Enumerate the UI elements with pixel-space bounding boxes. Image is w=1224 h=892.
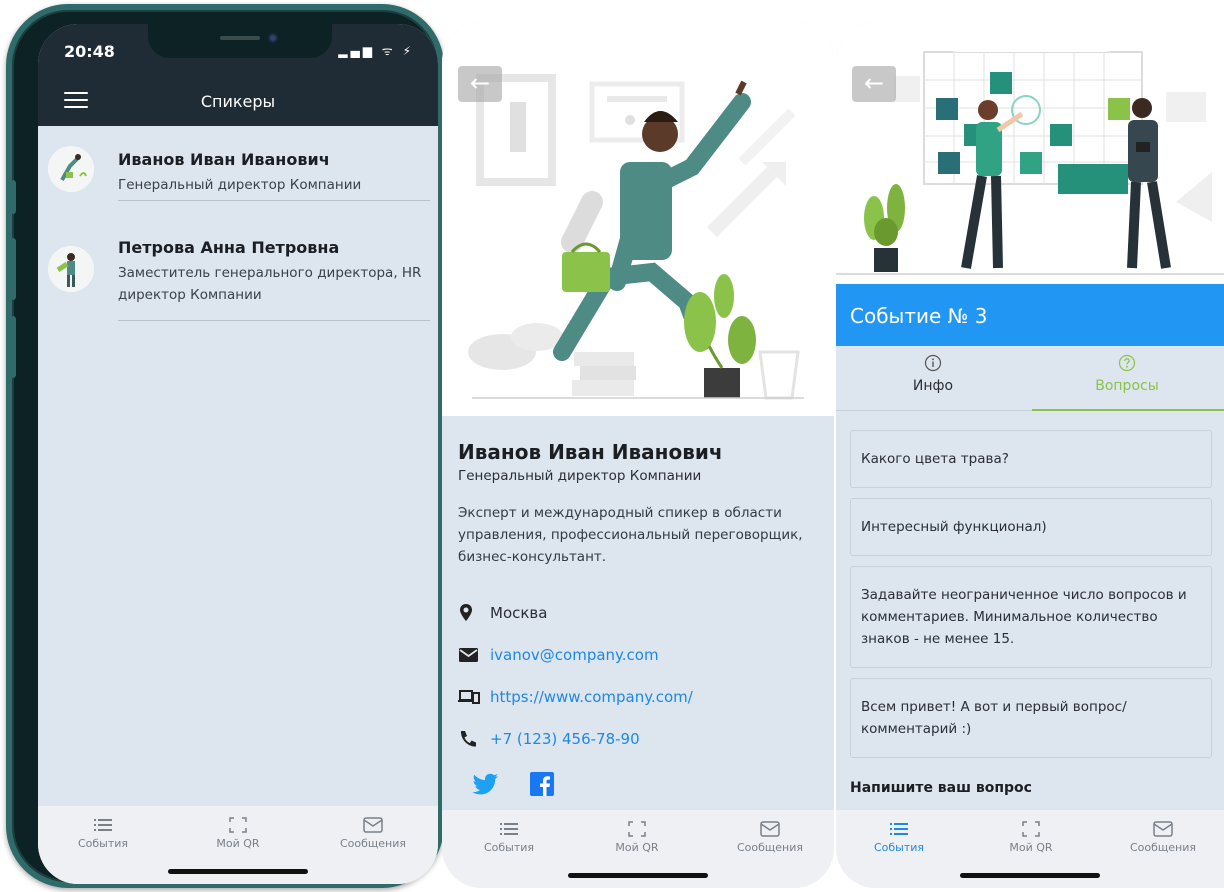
nav-events[interactable]: События — [854, 820, 944, 854]
qr-scan-icon — [229, 817, 247, 833]
list-icon — [890, 823, 908, 835]
website-link[interactable]: https://www.company.com/ — [490, 688, 693, 706]
twitter-icon[interactable] — [472, 772, 500, 796]
speaker-role: Заместитель генерального директора, HR д… — [118, 265, 422, 303]
tab-info-label: Инфо — [912, 378, 954, 394]
earpiece — [220, 36, 260, 40]
nav-my-qr[interactable]: Мой QR — [592, 820, 682, 854]
nav-messages[interactable]: Сообщения — [328, 816, 418, 850]
question-card[interactable]: Задавайте неограниченное число вопросов … — [850, 566, 1212, 668]
event-title: Событие № 3 — [850, 304, 988, 328]
bottom-navigation: События Мой QR Сообщения — [38, 806, 438, 884]
nav-my-qr[interactable]: Мой QR — [193, 816, 283, 850]
email-icon — [459, 648, 478, 662]
volume-down-button — [10, 316, 16, 378]
list-icon — [94, 819, 112, 831]
email-link[interactable]: ivanov@company.com — [490, 646, 659, 664]
speaker-avatar — [48, 146, 94, 192]
home-indicator — [568, 873, 708, 878]
question-card[interactable]: Интересный функционал) — [850, 498, 1212, 556]
phone-frame-speakers: 20:48 ▂▄▆ ᯤ ⚡ Спикеры Иванов Иван Иванов… — [6, 4, 444, 888]
question-text: Интересный функционал) — [861, 519, 1047, 535]
ask-question-label: Напишите ваш вопрос — [850, 780, 1032, 796]
divider — [118, 320, 430, 321]
question-text: Задавайте неограниченное число вопросов … — [861, 587, 1187, 647]
nav-messages[interactable]: Сообщения — [725, 820, 815, 854]
nav-my-qr-label: Мой QR — [1009, 841, 1053, 854]
status-icons: ▂▄▆ ᯤ ⚡ — [338, 44, 414, 58]
back-arrow-icon[interactable]: ← — [852, 66, 896, 102]
mail-icon — [1153, 821, 1173, 837]
question-text: Какого цвета трава? — [861, 451, 1009, 467]
event-questions-screen: ← Событие № 3 Инфо Вопросы Какого цвета … — [836, 22, 1224, 888]
speaker-name: Иванов Иван Иванович — [458, 440, 723, 464]
speaker-list-item[interactable]: Петрова Анна Петровна Заместитель генера… — [38, 214, 438, 324]
divider — [118, 200, 430, 201]
question-text: Всем привет! А вот и первый вопрос/ комм… — [861, 699, 1127, 737]
event-header: Событие № 3 — [836, 284, 1224, 346]
qr-scan-icon — [628, 821, 646, 837]
home-indicator — [168, 869, 308, 874]
mute-switch — [10, 180, 16, 214]
phone-icon — [460, 731, 476, 747]
nav-events[interactable]: События — [464, 820, 554, 854]
nav-messages-label: Сообщения — [1129, 841, 1196, 854]
hero-illustration — [836, 22, 1224, 284]
location-pin-icon — [460, 604, 472, 621]
notch — [542, 22, 732, 52]
page-title: Спикеры — [200, 92, 276, 111]
bottom-navigation: События Мой QR Сообщения — [836, 810, 1224, 888]
speaker-name: Иванов Иван Иванович — [118, 150, 330, 169]
list-icon — [500, 823, 518, 835]
app-bar: Спикеры — [38, 80, 438, 126]
qr-scan-icon — [1022, 821, 1040, 837]
bottom-navigation: События Мой QR Сообщения — [442, 810, 834, 888]
nav-my-qr[interactable]: Мой QR — [986, 820, 1076, 854]
nav-messages[interactable]: Сообщения — [1118, 820, 1208, 854]
front-camera — [268, 33, 278, 43]
speaker-role: Генеральный директор Компании — [458, 468, 702, 484]
nav-messages-label: Сообщения — [339, 837, 406, 850]
volume-up-button — [10, 238, 16, 300]
status-time: 20:48 — [64, 42, 115, 61]
city-text: Москва — [490, 604, 548, 622]
notch — [936, 22, 1126, 52]
notch — [148, 24, 332, 58]
active-tab-indicator — [1032, 409, 1224, 411]
info-icon — [924, 354, 942, 372]
speaker-avatar — [48, 246, 94, 292]
speaker-name: Петрова Анна Петровна — [118, 238, 340, 257]
back-arrow-icon[interactable]: ← — [458, 66, 502, 102]
home-indicator — [960, 873, 1100, 878]
question-card[interactable]: Всем привет! А вот и первый вопрос/ комм… — [850, 678, 1212, 758]
nav-events-label: События — [483, 841, 535, 854]
facebook-icon[interactable] — [530, 772, 554, 796]
tab-questions-label: Вопросы — [1095, 378, 1159, 394]
nav-events-label: События — [77, 837, 129, 850]
event-tabs: Инфо Вопросы — [836, 346, 1224, 412]
nav-my-qr-label: Мой QR — [615, 841, 659, 854]
phone-link[interactable]: +7 (123) 456-78-90 — [490, 730, 640, 748]
question-card[interactable]: Какого цвета трава? — [850, 430, 1212, 488]
nav-events-label: События — [873, 841, 925, 854]
speaker-list-item[interactable]: Иванов Иван Иванович Генеральный директо… — [38, 126, 438, 206]
nav-my-qr-label: Мой QR — [216, 837, 260, 850]
nav-events[interactable]: События — [58, 816, 148, 850]
speaker-role: Генеральный директор Компании — [118, 177, 362, 193]
speaker-bio: Эксперт и международный спикер в области… — [458, 505, 803, 565]
tab-info[interactable]: Инфо — [836, 354, 1030, 394]
speaker-profile-screen: ← Иванов Иван Иванович Генеральный дирек… — [442, 22, 834, 888]
nav-messages-label: Сообщения — [736, 841, 803, 854]
mail-icon — [363, 817, 383, 833]
tab-questions[interactable]: Вопросы — [1030, 354, 1224, 394]
question-icon — [1118, 354, 1136, 372]
mail-icon — [760, 821, 780, 837]
devices-icon — [458, 690, 480, 704]
speakers-screen: 20:48 ▂▄▆ ᯤ ⚡ Спикеры Иванов Иван Иванов… — [38, 24, 438, 884]
